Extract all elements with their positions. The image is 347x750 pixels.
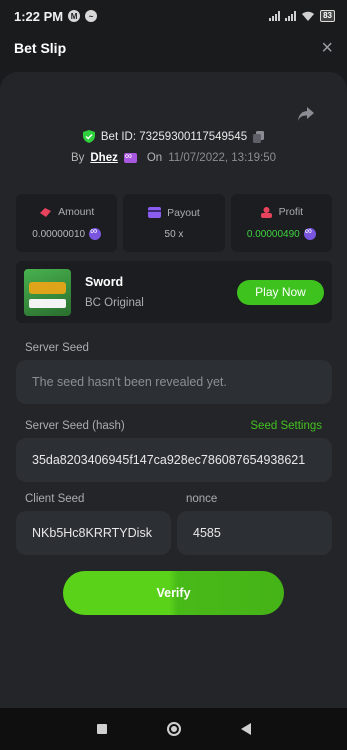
nonce-field[interactable]: 4585 xyxy=(177,511,332,555)
back-icon[interactable] xyxy=(240,723,251,735)
amount-label: Amount xyxy=(58,206,95,218)
app-header: Bet Slip × xyxy=(0,32,347,64)
profit-icon xyxy=(260,206,272,218)
close-icon[interactable]: × xyxy=(321,37,333,60)
coin-icon xyxy=(89,226,102,240)
game-card: Sword BC Original Play Now xyxy=(16,261,332,323)
payout-icon xyxy=(148,207,162,218)
gmail-notification-icon: M xyxy=(68,10,81,22)
status-time: 1:22 PM xyxy=(14,8,64,24)
profit-value: 0.00000490 xyxy=(246,228,300,240)
amount-icon xyxy=(40,207,52,217)
game-subtitle: BC Original xyxy=(85,297,144,309)
coin-icon xyxy=(303,226,316,240)
user-badge-icon xyxy=(123,151,137,163)
status-bar: 1:22 PM M ~ 83 xyxy=(0,0,347,32)
server-seed-hash-label: Server Seed (hash) xyxy=(25,420,125,432)
bet-id: Bet ID: 73259300117549545 xyxy=(100,130,248,143)
verify-button[interactable]: Verify xyxy=(63,571,284,615)
server-seed-field[interactable]: The seed hasn't been revealed yet. xyxy=(16,360,332,404)
android-nav-bar xyxy=(0,708,347,750)
home-icon[interactable] xyxy=(166,722,181,736)
by-label: By xyxy=(70,152,85,164)
client-seed-field[interactable]: NKb5Hc8KRRTYDisk xyxy=(16,511,171,555)
byline: By Dhez On 11/07/2022, 13:19:50 xyxy=(0,151,347,164)
server-seed-hash-field[interactable]: 35da8203406945f147ca928ec786087654938621 xyxy=(16,438,332,482)
client-seed-label: Client Seed xyxy=(25,493,85,505)
stat-amount: Amount 0.00000010 xyxy=(16,194,118,252)
game-thumbnail xyxy=(24,268,71,316)
play-now-button[interactable]: Play Now xyxy=(237,279,324,305)
shield-check-icon xyxy=(82,130,95,143)
battery-icon: 83 xyxy=(320,10,335,22)
bet-slip-card: Bet ID: 73259300117549545 By Dhez On 11/… xyxy=(0,72,347,708)
recents-icon[interactable] xyxy=(96,724,107,734)
stat-payout: Payout 50 x xyxy=(123,194,225,252)
bet-date: 11/07/2022, 13:19:50 xyxy=(168,152,277,164)
payout-label: Payout xyxy=(167,206,200,219)
nonce-label: nonce xyxy=(186,493,218,505)
stats-row: Amount 0.00000010 Payout 50 x Profit 0.0… xyxy=(16,194,332,252)
copy-icon[interactable] xyxy=(253,130,265,143)
profit-label: Profit xyxy=(278,206,304,218)
signal-icon-2 xyxy=(285,11,297,21)
stat-profit: Profit 0.00000490 xyxy=(230,194,332,252)
payout-value: 50 x xyxy=(164,228,184,240)
server-seed-label: Server Seed xyxy=(25,342,89,354)
messenger-notification-icon: ~ xyxy=(85,10,98,22)
wifi-icon xyxy=(302,11,315,21)
amount-value: 0.00000010 xyxy=(32,228,86,240)
bet-id-row: Bet ID: 73259300117549545 xyxy=(0,130,347,143)
seed-settings-link[interactable]: Seed Settings xyxy=(250,420,322,432)
share-icon[interactable] xyxy=(297,106,315,122)
user-link[interactable]: Dhez xyxy=(90,152,117,164)
signal-icon xyxy=(269,11,281,21)
game-name: Sword xyxy=(85,275,124,289)
page-title: Bet Slip xyxy=(14,40,67,56)
on-label: On xyxy=(146,152,163,164)
